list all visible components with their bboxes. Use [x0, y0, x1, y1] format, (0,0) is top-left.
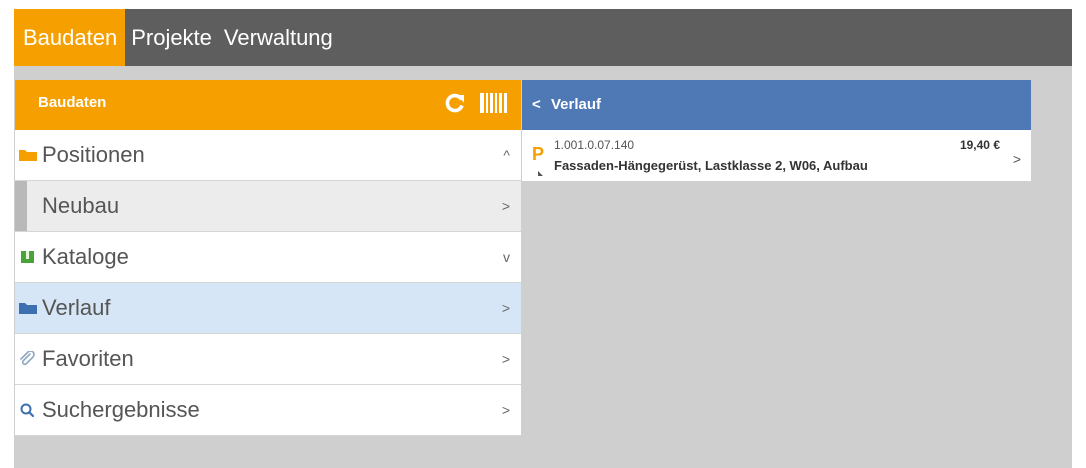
book-icon — [18, 250, 38, 264]
top-navigation: Baudaten Projekte Verwaltung — [14, 9, 1072, 66]
tree-item-positionen[interactable]: Positionen ^ — [15, 130, 521, 181]
list-item[interactable]: P 1.001.0.07.140 19,40 € Fassaden-Hängeg… — [522, 130, 1031, 181]
chevron-right-icon: > — [1012, 151, 1021, 167]
tree-item-suchergebnisse[interactable]: Suchergebnisse > — [15, 385, 521, 436]
tree-item-label: Verlauf — [42, 295, 111, 320]
corner-marker-icon — [538, 171, 543, 176]
tree-item-neubau[interactable]: Neubau > — [15, 181, 521, 232]
chevron-left-icon[interactable]: < — [532, 80, 541, 130]
paperclip-icon — [18, 351, 38, 367]
baudaten-panel: Baudaten Positionen ^ Neubau > Kataloge … — [15, 80, 521, 436]
search-icon — [18, 402, 38, 418]
tree-item-label: Kataloge — [42, 244, 129, 269]
app-frame: Baudaten Projekte Verwaltung Baudaten Po… — [14, 9, 1072, 468]
tree-item-verlauf[interactable]: Verlauf > — [15, 283, 521, 334]
tree-item-label: Positionen — [42, 142, 145, 167]
tree-item-favoriten[interactable]: Favoriten > — [15, 334, 521, 385]
verlauf-panel: < Verlauf P 1.001.0.07.140 19,40 € Fassa… — [522, 80, 1031, 181]
nav-baudaten[interactable]: Baudaten — [14, 9, 126, 66]
tree-item-kataloge[interactable]: Kataloge v — [15, 232, 521, 283]
chevron-right-icon: > — [501, 402, 510, 418]
refresh-icon[interactable] — [444, 92, 466, 114]
chevron-right-icon: > — [501, 300, 510, 316]
chevron-down-icon: v — [503, 249, 510, 265]
back-to-verlauf-header[interactable]: < Verlauf — [522, 80, 1031, 130]
position-description: Fassaden-Hängegerüst, Lastklasse 2, W06,… — [554, 158, 868, 173]
tree-item-label: Favoriten — [42, 346, 134, 371]
chevron-right-icon: > — [501, 198, 510, 214]
tree-item-label: Suchergebnisse — [42, 397, 200, 422]
position-price: 19,40 € — [959, 138, 1000, 152]
position-type-badge: P — [532, 144, 545, 164]
chevron-up-icon: ^ — [503, 147, 510, 163]
nav-projekte[interactable]: Projekte — [125, 9, 218, 66]
indent-bar — [15, 181, 27, 231]
folder-icon — [18, 148, 38, 162]
tree-item-label: Neubau — [42, 193, 120, 218]
panel-title: Baudaten — [38, 94, 107, 111]
position-code: 1.001.0.07.140 — [554, 138, 635, 152]
chevron-right-icon: > — [501, 351, 510, 367]
panel-header: Baudaten — [15, 80, 521, 130]
folder-icon — [18, 301, 38, 315]
panel-title: Verlauf — [551, 96, 602, 113]
nav-verwaltung[interactable]: Verwaltung — [218, 9, 339, 66]
barcode-icon[interactable] — [480, 92, 507, 114]
